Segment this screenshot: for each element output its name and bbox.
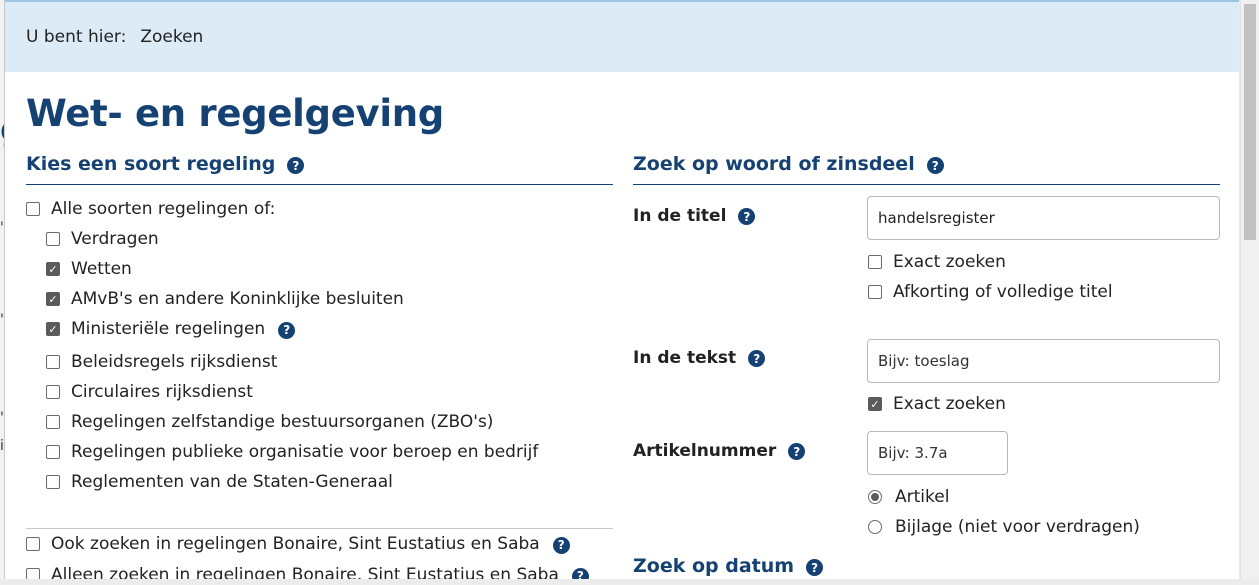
title-field-label: In de titel ? [633,206,756,226]
checkbox-icon[interactable] [46,385,60,399]
regeling-type-heading: Kies een soort regeling ? [26,153,613,185]
checkbox-bes-only[interactable]: Alleen zoeken in regelingen Bonaire, Sin… [26,565,589,579]
radio-artikel[interactable]: Artikel [868,487,949,507]
help-icon[interactable]: ? [926,157,944,174]
checkbox-label: AMvB's en andere Koninklijke besluiten [71,289,404,309]
radio-bijlage[interactable]: Bijlage (niet voor verdragen) [868,517,1140,537]
checkbox-icon[interactable] [26,568,40,579]
checkbox-icon[interactable] [868,255,882,269]
search-modal: U bent hier: Zoeken Wet- en regelgeving … [4,0,1239,579]
text-search-input[interactable] [867,339,1220,383]
checkbox-label: Afkorting of volledige titel [893,282,1113,302]
help-icon[interactable]: ? [788,443,806,460]
checkbox-icon[interactable] [46,445,60,459]
checkbox-zbo[interactable]: Regelingen zelfstandige bestuursorganen … [46,412,493,432]
text-field-label-text: In de tekst [633,348,737,368]
checkbox-title-abbreviation[interactable]: Afkorting of volledige titel [868,282,1113,302]
checkbox-icon[interactable] [46,415,60,429]
checkbox-checked-icon[interactable]: ✓ [46,262,60,276]
help-icon[interactable]: ? [806,559,824,576]
help-icon[interactable]: ? [278,321,296,339]
title-field-label-text: In de titel [633,206,727,226]
checkbox-icon[interactable] [46,475,60,489]
checkbox-ministeriele-regelingen[interactable]: ✓ Ministeriële regelingen ? [46,319,296,339]
checkbox-label: Beleidsregels rijksdienst [71,352,278,372]
title-search-input[interactable] [867,196,1220,240]
checkbox-label: Verdragen [71,229,159,249]
checkbox-icon[interactable] [26,202,40,216]
help-icon[interactable]: ? [748,350,766,367]
radio-label: Artikel [895,487,950,507]
help-icon[interactable]: ? [571,567,589,579]
checkbox-checked-icon[interactable]: ✓ [46,322,60,336]
checkbox-checked-icon[interactable]: ✓ [868,397,882,411]
word-search-heading-text: Zoek op woord of zinsdeel [633,153,915,175]
checkbox-checked-icon[interactable]: ✓ [46,292,60,306]
radio-selected-icon[interactable] [868,490,882,504]
checkbox-circulaires[interactable]: Circulaires rijksdienst [46,382,253,402]
checkbox-bes-also[interactable]: Ook zoeken in regelingen Bonaire, Sint E… [26,534,570,554]
page-title: Wet- en regelgeving [26,92,444,135]
scrollbar-thumb[interactable] [1244,4,1256,240]
checkbox-beleidsregels[interactable]: Beleidsregels rijksdienst [46,352,277,372]
checkbox-label: Ministeriële regelingen [71,319,266,339]
help-icon[interactable]: ? [738,208,756,225]
help-icon[interactable]: ? [287,157,305,174]
divider [26,528,613,529]
checkbox-text-exact[interactable]: ✓ Exact zoeken [868,394,1006,414]
article-number-input[interactable] [867,431,1008,475]
checkbox-icon[interactable] [26,537,40,551]
checkbox-label: Regelingen zelfstandige bestuursorganen … [71,412,494,432]
checkbox-verdragen[interactable]: Verdragen [46,229,159,249]
breadcrumb: U bent hier: Zoeken [5,0,1239,72]
text-field-label: In de tekst ? [633,348,766,368]
breadcrumb-current: Zoeken [140,27,204,47]
checkbox-icon[interactable] [868,285,882,299]
checkbox-staten-generaal[interactable]: Reglementen van de Staten-Generaal [46,472,393,492]
checkbox-label: Ook zoeken in regelingen Bonaire, Sint E… [51,534,540,554]
radio-icon[interactable] [868,520,882,534]
checkbox-label: Exact zoeken [893,394,1006,414]
word-search-heading: Zoek op woord of zinsdeel ? [633,153,1220,185]
checkbox-wetten[interactable]: ✓ Wetten [46,259,132,279]
checkbox-label: Circulaires rijksdienst [71,382,253,402]
vertical-scrollbar[interactable] [1240,0,1259,579]
checkbox-pbo[interactable]: Regelingen publieke organisatie voor ber… [46,442,538,462]
checkbox-icon[interactable] [46,355,60,369]
breadcrumb-prefix: U bent hier: [26,27,127,47]
checkbox-label: Alle soorten regelingen of: [51,199,276,219]
checkbox-label: Alleen zoeken in regelingen Bonaire, Sin… [51,565,559,579]
article-field-label: Artikelnummer ? [633,441,806,461]
checkbox-label: Wetten [71,259,132,279]
regeling-type-heading-text: Kies een soort regeling [26,153,276,175]
radio-label: Bijlage (niet voor verdragen) [895,517,1140,537]
bottom-edge [0,579,1259,585]
date-search-heading-text: Zoek op datum [633,555,795,577]
date-search-heading: Zoek op datum ? [633,555,1220,579]
checkbox-all-types[interactable]: Alle soorten regelingen of: [26,199,275,219]
article-field-label-text: Artikelnummer [633,441,777,461]
checkbox-label: Reglementen van de Staten-Generaal [71,472,393,492]
checkbox-label: Exact zoeken [893,252,1006,272]
help-icon[interactable]: ? [552,536,570,554]
checkbox-title-exact[interactable]: Exact zoeken [868,252,1006,272]
checkbox-label: Regelingen publieke organisatie voor ber… [71,442,539,462]
checkbox-amvb[interactable]: ✓ AMvB's en andere Koninklijke besluiten [46,289,404,309]
checkbox-icon[interactable] [46,232,60,246]
